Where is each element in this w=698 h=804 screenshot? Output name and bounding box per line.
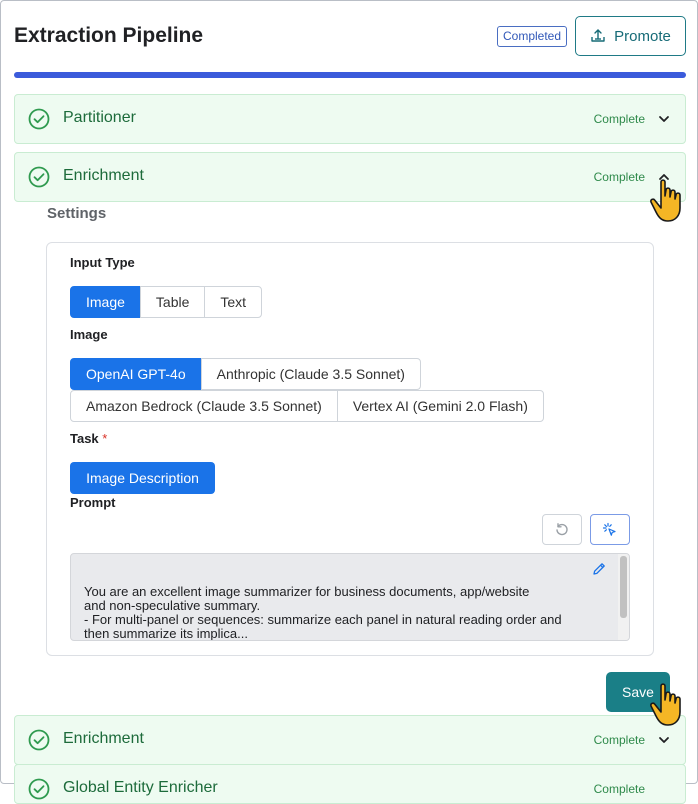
model-option-anthropic[interactable]: Anthropic (Claude 3.5 Sonnet) <box>200 358 421 390</box>
input-type-option-image[interactable]: Image <box>70 286 141 318</box>
model-option-bedrock[interactable]: Amazon Bedrock (Claude 3.5 Sonnet) <box>70 390 338 422</box>
page-title: Extraction Pipeline <box>14 24 204 47</box>
prompt-line: then summarize its implica... <box>84 626 248 641</box>
stage-status: Complete <box>593 782 645 796</box>
prompt-textarea[interactable]: You are an excellent image summarizer fo… <box>70 553 630 641</box>
stage-partitioner[interactable]: Partitioner Complete <box>14 94 686 144</box>
hand-pointer-icon <box>650 683 681 726</box>
check-circle-icon <box>28 166 50 188</box>
check-circle-icon <box>28 778 50 800</box>
generate-prompt-button[interactable] <box>590 514 630 545</box>
prompt-text: You are an excellent image summarizer fo… <box>84 585 604 641</box>
stage-enrichment[interactable]: Enrichment Complete <box>14 152 686 202</box>
stage-name: Enrichment <box>63 167 144 184</box>
stage-name: Partitioner <box>63 109 136 126</box>
upload-icon <box>591 29 605 42</box>
chevron-down-icon[interactable] <box>657 112 671 126</box>
stage-enrichment-2[interactable]: Enrichment Complete <box>14 715 686 765</box>
promote-label: Promote <box>614 27 671 45</box>
model-option-openai[interactable]: OpenAI GPT-4o <box>70 358 202 390</box>
input-type-option-text[interactable]: Text <box>204 286 263 318</box>
stage-name: Global Entity Enricher <box>63 779 218 796</box>
chevron-down-icon[interactable] <box>657 733 671 747</box>
stage-status: Complete <box>593 112 645 126</box>
settings-title: Settings <box>47 205 107 222</box>
task-label: Task * <box>70 431 107 446</box>
task-label-text: Task <box>70 431 99 446</box>
prompt-scrollbar[interactable] <box>618 554 629 640</box>
prompt-label: Prompt <box>70 495 116 510</box>
pencil-icon[interactable] <box>591 561 607 577</box>
input-type-option-table[interactable]: Table <box>139 286 206 318</box>
status-badge: Completed <box>497 26 568 47</box>
scrollbar-thumb[interactable] <box>620 556 627 618</box>
input-type-selector: Image Table Text <box>70 286 263 318</box>
reset-prompt-button[interactable] <box>542 514 582 545</box>
image-model-selector-row1: OpenAI GPT-4o Anthropic (Claude 3.5 Sonn… <box>70 358 421 390</box>
stage-status: Complete <box>593 733 645 747</box>
prompt-line: and non-speculative summary. <box>84 598 261 613</box>
check-circle-icon <box>28 729 50 751</box>
model-option-vertex[interactable]: Vertex AI (Gemini 2.0 Flash) <box>336 390 544 422</box>
hand-pointer-icon <box>650 179 681 222</box>
stage-status: Complete <box>593 170 645 184</box>
task-image-description-button[interactable]: Image Description <box>70 462 215 494</box>
sparkle-cursor-icon <box>602 522 616 536</box>
image-model-label: Image <box>70 327 108 342</box>
prompt-line: You are an excellent image summarizer fo… <box>84 584 530 599</box>
required-marker: * <box>102 431 108 446</box>
check-circle-icon <box>28 108 50 130</box>
image-model-selector-row2: Amazon Bedrock (Claude 3.5 Sonnet) Verte… <box>70 390 544 422</box>
promote-button[interactable]: Promote <box>575 16 686 56</box>
input-type-label: Input Type <box>70 255 135 270</box>
pipeline-progress-bar <box>14 72 686 78</box>
stage-global-entity-enricher[interactable]: Global Entity Enricher Complete <box>14 764 686 804</box>
stage-name: Enrichment <box>63 730 144 747</box>
prompt-line: - For multi-panel or sequences: summariz… <box>84 612 562 627</box>
reset-icon <box>556 522 568 535</box>
